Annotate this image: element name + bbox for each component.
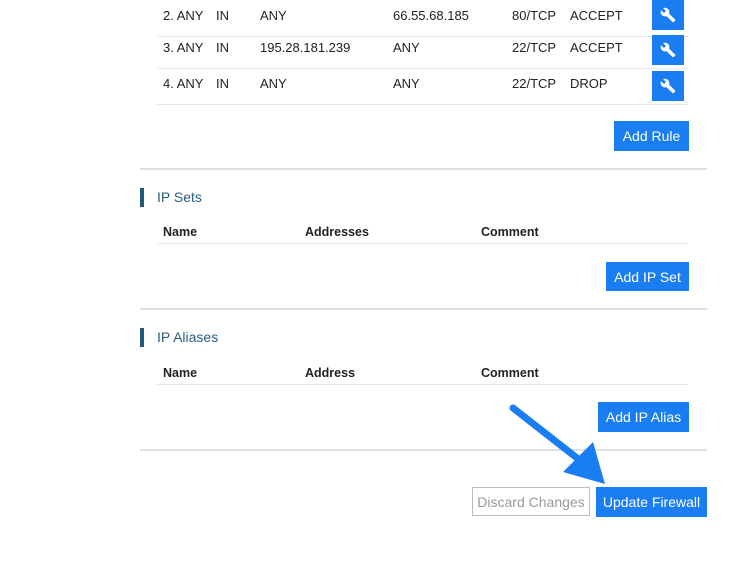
rule-destination: ANY bbox=[393, 40, 420, 55]
column-header-comment: Comment bbox=[481, 225, 539, 239]
rule-destination: 66.55.68.185 bbox=[393, 8, 469, 23]
arrow-annotation-icon bbox=[509, 404, 605, 484]
table-row: 4. ANY IN ANY ANY 22/TCP DROP bbox=[157, 68, 688, 105]
add-rule-button[interactable]: Add Rule bbox=[614, 121, 689, 151]
rule-action: DROP bbox=[570, 76, 608, 91]
section-divider bbox=[140, 308, 707, 310]
column-header-name: Name bbox=[163, 225, 198, 239]
section-marker bbox=[140, 188, 144, 207]
rule-direction: IN bbox=[216, 8, 229, 23]
rule-action: ACCEPT bbox=[570, 40, 623, 55]
rule-port: 22/TCP bbox=[512, 76, 557, 91]
table-row: 3. ANY IN 195.28.181.239 ANY 22/TCP ACCE… bbox=[157, 32, 688, 69]
rule-source: 195.28.181.239 bbox=[260, 40, 351, 55]
column-header-comment: Comment bbox=[481, 366, 539, 380]
wrench-icon bbox=[660, 7, 676, 23]
rule-source: ANY bbox=[260, 76, 287, 91]
column-header-address: Address bbox=[305, 366, 356, 380]
rule-action: ACCEPT bbox=[570, 8, 623, 23]
add-ip-set-button[interactable]: Add IP Set bbox=[606, 262, 689, 291]
wrench-icon bbox=[660, 78, 676, 94]
rule-source: ANY bbox=[260, 8, 287, 23]
column-header-addresses: Addresses bbox=[305, 225, 369, 239]
edit-rule-button[interactable] bbox=[652, 0, 684, 30]
rule-port: 80/TCP bbox=[512, 8, 557, 23]
rule-direction: IN bbox=[216, 40, 229, 55]
rule-destination: ANY bbox=[393, 76, 420, 91]
section-marker bbox=[140, 328, 144, 347]
header-divider bbox=[157, 243, 688, 244]
rule-number: 4. ANY bbox=[163, 76, 204, 91]
edit-rule-button[interactable] bbox=[652, 35, 684, 65]
discard-changes-button[interactable]: Discard Changes bbox=[472, 487, 590, 516]
rule-port: 22/TCP bbox=[512, 40, 557, 55]
edit-rule-button[interactable] bbox=[652, 71, 684, 101]
rule-number: 2. ANY bbox=[163, 8, 204, 23]
column-header-name: Name bbox=[163, 366, 198, 380]
update-firewall-button[interactable]: Update Firewall bbox=[596, 487, 707, 517]
section-divider bbox=[140, 449, 707, 451]
rule-direction: IN bbox=[216, 76, 229, 91]
header-divider bbox=[157, 384, 688, 385]
ip-aliases-title: IP Aliases bbox=[157, 329, 219, 345]
ip-sets-title: IP Sets bbox=[157, 189, 202, 205]
wrench-icon bbox=[660, 42, 676, 58]
section-divider bbox=[140, 168, 707, 170]
rule-number: 3. ANY bbox=[163, 40, 204, 55]
